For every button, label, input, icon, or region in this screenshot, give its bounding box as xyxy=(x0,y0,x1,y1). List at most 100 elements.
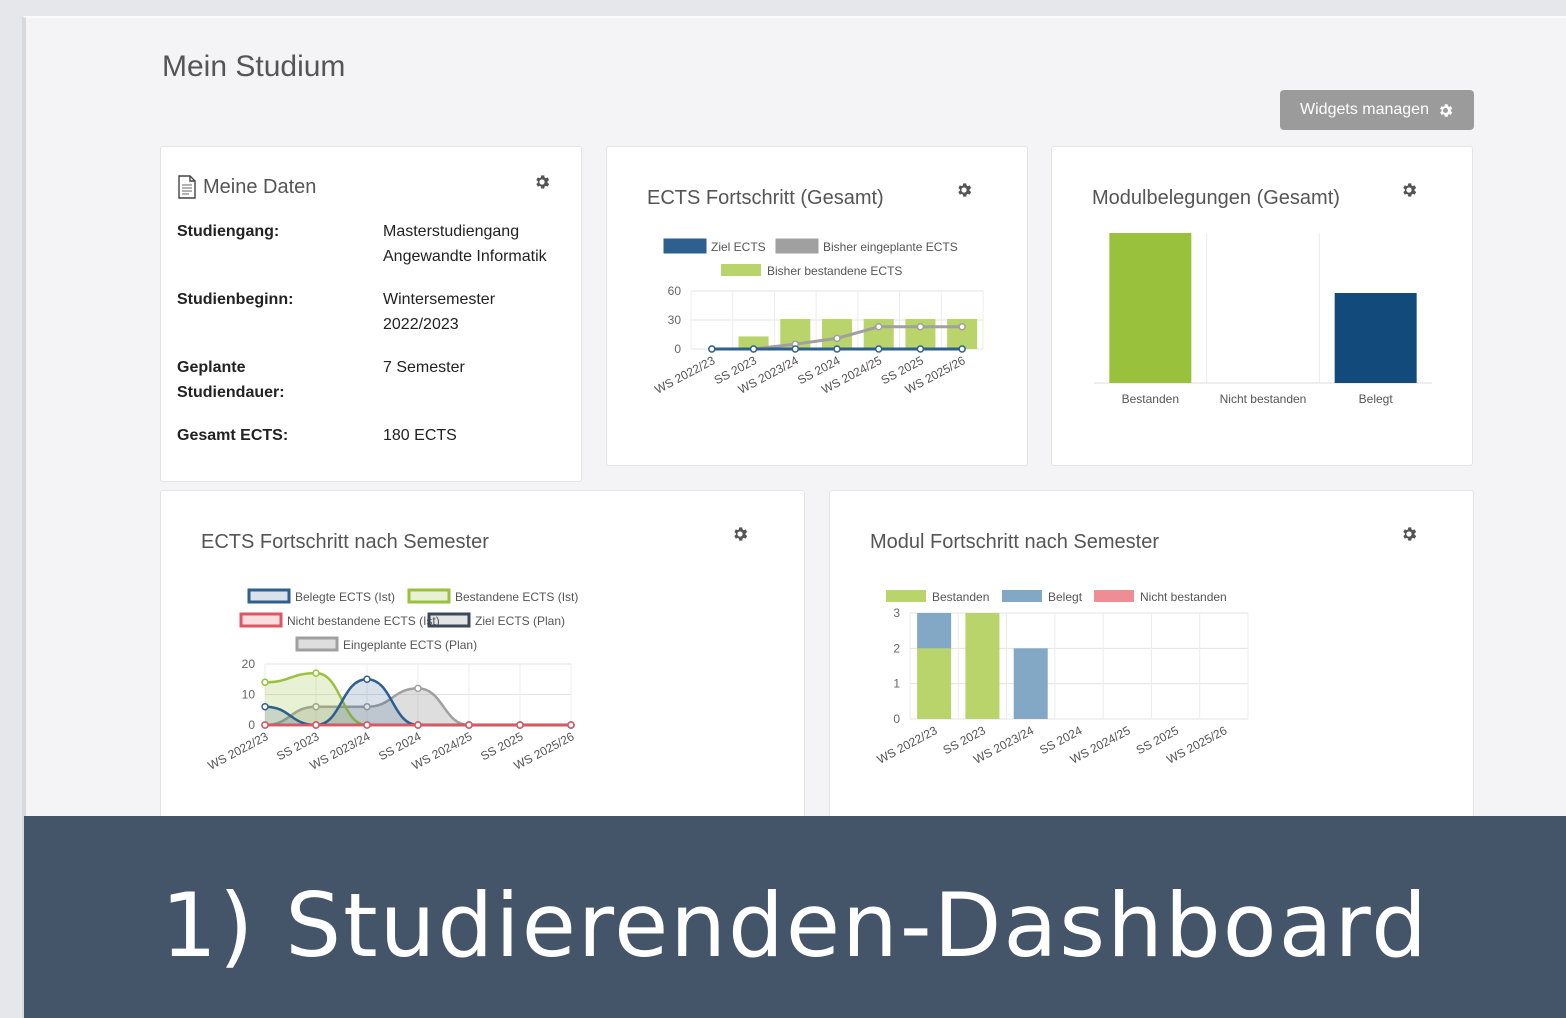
series-point xyxy=(958,323,966,331)
modul-semester-card: Modul Fortschritt nach Semester Bestande… xyxy=(829,490,1474,850)
series-point xyxy=(465,721,473,729)
studiendauer-label: Geplante Studiendauer: xyxy=(177,355,383,405)
x-tick-label: WS 2022/23 xyxy=(652,353,717,397)
x-tick-label: Bestanden xyxy=(1122,392,1179,406)
page-title: Mein Studium xyxy=(162,50,346,83)
series-point xyxy=(916,345,925,353)
bar-belegt xyxy=(1013,648,1048,719)
studiendauer-label-line: Studiendauer: xyxy=(177,384,285,401)
y-tick-label: 0 xyxy=(674,342,681,356)
series-point xyxy=(567,721,575,729)
gear-icon[interactable] xyxy=(533,173,551,191)
studienbeginn-value: Wintersemester 2022/2023 xyxy=(383,287,495,337)
studienbeginn-value-line: Wintersemester xyxy=(383,291,496,308)
modulbelegungen-chart: Bestanden Nicht bestanden Belegt xyxy=(1094,233,1432,406)
y-tick-label: 3 xyxy=(893,606,900,620)
legend-label: Ziel ECTS (Plan) xyxy=(475,614,565,628)
legend-swatch xyxy=(886,590,926,602)
legend-swatch xyxy=(721,264,761,276)
bar-belegt xyxy=(917,613,952,649)
ects-gesamt-card: ECTS Fortschritt (Gesamt) Ziel ECTS Bishe… xyxy=(606,146,1028,466)
gesamt-ects-label: Gesamt ECTS: xyxy=(177,427,289,444)
caption-text: 1) Studierenden-Dashboard xyxy=(161,873,1429,977)
studiengang-value-line: Masterstudiengang xyxy=(383,223,520,240)
studienbeginn-value-line: 2022/2023 xyxy=(383,316,459,333)
legend-swatch xyxy=(239,612,283,628)
series-point xyxy=(708,345,716,353)
gear-icon[interactable] xyxy=(1400,525,1418,543)
legend-swatch xyxy=(407,588,451,604)
series-point xyxy=(261,721,269,729)
studiendauer-label-line: Geplante xyxy=(177,359,246,376)
series-point xyxy=(833,334,841,343)
legend-label: Belegte ECTS (Ist) xyxy=(295,590,395,604)
gesamt-ects-row: Gesamt ECTS: 180 ECTS xyxy=(177,423,557,448)
series-point xyxy=(833,345,841,353)
y-tick-label: 60 xyxy=(668,284,682,298)
series-point xyxy=(958,345,966,353)
series-point xyxy=(414,684,422,693)
legend-label: Bisher eingeplante ECTS xyxy=(823,240,958,254)
gear-icon[interactable] xyxy=(955,181,973,199)
legend-label: Bisher bestandene ECTS xyxy=(767,264,902,278)
caption-band: 1) Studierenden-Dashboard xyxy=(24,816,1566,1018)
studienbeginn-label: Studienbeginn: xyxy=(177,291,294,308)
legend-label: Belegt xyxy=(1048,590,1083,604)
series-point xyxy=(749,345,758,353)
legend-label: Bestandene ECTS (Ist) xyxy=(455,590,578,604)
series-point xyxy=(363,675,371,683)
y-tick-label: 2 xyxy=(893,641,900,655)
x-tick-label: WS 2022/23 xyxy=(206,729,271,773)
series-point xyxy=(874,323,883,331)
legend-label: Ziel ECTS xyxy=(711,240,766,254)
legend-label: Eingeplante ECTS (Plan) xyxy=(343,638,477,652)
gear-icon xyxy=(1440,103,1453,117)
ects-gesamt-title: ECTS Fortschritt (Gesamt) xyxy=(647,187,884,209)
x-tick-label: Nicht bestanden xyxy=(1220,392,1307,406)
meine-daten-card: Meine Daten Studiengang: Masterstudienga… xyxy=(160,146,582,482)
series-point xyxy=(312,721,320,729)
widgets-manage-label: Widgets managen xyxy=(1300,101,1429,118)
x-tick-label: WS 2022/23 xyxy=(875,723,940,767)
series-point xyxy=(363,721,371,729)
y-tick-label: 30 xyxy=(668,313,682,327)
legend-swatch xyxy=(663,238,707,254)
meine-daten-title: Meine Daten xyxy=(203,175,317,198)
gear-icon[interactable] xyxy=(1400,181,1418,199)
modul-semester-title: Modul Fortschritt nach Semester xyxy=(870,531,1159,553)
legend-label: Nicht bestanden xyxy=(1140,590,1227,604)
ects-gesamt-chart: Ziel ECTS Bisher eingeplante ECTS Bisher b… xyxy=(652,238,984,397)
x-tick-label: Belegt xyxy=(1359,392,1394,406)
studiengang-row: Studiengang: Masterstudiengang Angewandt… xyxy=(177,219,557,269)
ects-semester-title: ECTS Fortschritt nach Semester xyxy=(201,531,489,553)
studienbeginn-row: Studienbeginn: Wintersemester 2022/2023 xyxy=(177,287,557,337)
series-point xyxy=(874,345,883,353)
ects-semester-card: ECTS Fortschritt nach Semester Belegte E… xyxy=(160,490,805,850)
y-tick-label: 0 xyxy=(248,718,255,732)
document-icon xyxy=(178,175,196,199)
modul-semester-chart: Bestanden Belegt Nicht bestanden 0 1 2 3 WS 202… xyxy=(875,590,1249,767)
gesamt-ects-value: 180 ECTS xyxy=(383,427,457,444)
studiengang-value: Masterstudiengang Angewandte Informatik xyxy=(383,219,547,269)
ects-semester-chart: Belegte ECTS (Ist) Bestandene ECTS (Ist) N… xyxy=(206,588,578,773)
legend-swatch xyxy=(295,636,339,652)
series-point xyxy=(261,678,269,687)
bar-bestanden xyxy=(1109,233,1192,383)
meine-daten-header: Meine Daten xyxy=(177,175,316,199)
modulbelegungen-title: Modulbelegungen (Gesamt) xyxy=(1092,187,1340,209)
bar-belegt xyxy=(1334,293,1417,383)
series-point xyxy=(916,323,925,331)
gear-icon[interactable] xyxy=(731,525,749,543)
studiengang-value-line: Angewandte Informatik xyxy=(383,248,547,265)
series-point xyxy=(312,669,320,677)
series-point xyxy=(414,721,422,729)
series-point xyxy=(791,345,800,353)
legend-label: Nicht bestandene ECTS (Ist) xyxy=(287,614,440,628)
legend-swatch xyxy=(1094,590,1134,602)
legend-swatch xyxy=(247,588,291,604)
y-tick-label: 20 xyxy=(242,657,256,671)
bar-bestanden xyxy=(965,613,1000,719)
studiengang-label: Studiengang: xyxy=(177,223,280,240)
legend-swatch xyxy=(1002,590,1042,602)
widgets-manage-button[interactable]: Widgets managen xyxy=(1280,90,1474,130)
